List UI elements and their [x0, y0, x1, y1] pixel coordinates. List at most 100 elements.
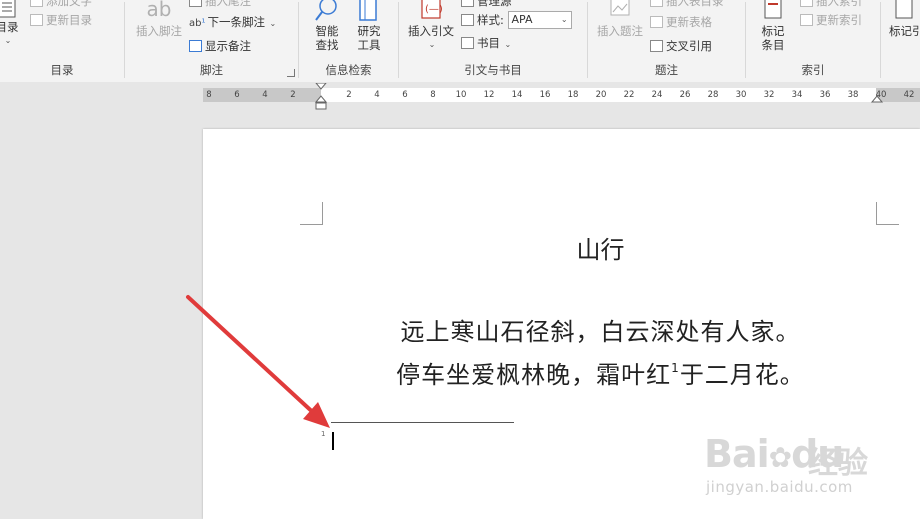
baidu-jingyan-label: 经验 — [808, 446, 868, 481]
indent-marker-icon[interactable] — [315, 83, 327, 111]
captions-group: 插入题注 插入表目录 更新表格 交叉引用 题注 — [588, 0, 745, 82]
ruler-tick: 6 — [402, 90, 408, 100]
insert-table-of-figures-button[interactable]: 插入表目录 — [650, 0, 724, 10]
ruler-tick: 24 — [651, 90, 663, 100]
ruler-tick: 6 — [234, 90, 240, 100]
toc-button-label: 目录 — [0, 20, 19, 34]
show-notes-label: 显示备注 — [205, 39, 251, 53]
footnote-separator — [331, 422, 514, 423]
poem-title: 山行 — [576, 236, 625, 264]
mark-citation-button[interactable]: 标记引 — [889, 0, 920, 38]
manage-sources-label: 管理源 — [477, 0, 512, 8]
smart-lookup-label-1: 智能 — [315, 24, 339, 38]
index-group-label: 索引 — [801, 63, 825, 77]
chevron-down-icon: ⌄ — [502, 40, 512, 49]
researcher-button[interactable]: 研究 工具 — [351, 0, 387, 52]
insert-caption-label: 插入题注 — [597, 24, 643, 38]
horizontal-ruler[interactable]: 8 6 4 2 2 4 6 8 10 12 14 16 18 20 22 24 26 28 30 32 34 36 38 40… — [203, 83, 920, 110]
update-table-button[interactable]: 更新表格 — [650, 13, 712, 31]
insert-citation-button[interactable]: (—) 插入引文 ⌄ — [405, 0, 457, 52]
mark-entry-label-2: 条目 — [761, 38, 785, 52]
insert-index-label: 插入索引 — [816, 0, 862, 8]
next-footnote-button[interactable]: ab¹ 下一条脚注 ⌄ — [189, 13, 276, 31]
insert-index-button[interactable]: 插入索引 — [800, 0, 862, 10]
ruler-tick: 38 — [847, 90, 859, 100]
cross-reference-button[interactable]: 交叉引用 — [650, 37, 712, 55]
next-footnote-label: 下一条脚注 — [207, 15, 266, 29]
update-index-button[interactable]: 更新索引 — [800, 11, 862, 29]
insert-caption-button[interactable]: 插入题注 — [594, 0, 646, 38]
smart-lookup-icon — [314, 0, 340, 22]
add-text-button[interactable]: 添加文字 — [30, 0, 92, 10]
insert-footnote-label: 插入脚注 — [136, 24, 182, 38]
table-of-figures-icon — [650, 0, 663, 7]
ruler-tick: 2 — [346, 90, 352, 100]
ruler-area: 8 6 4 2 2 4 6 8 10 12 14 16 18 20 22 24 26 28 30 32 34 36 38 40… — [0, 82, 920, 110]
ruler-tick: 2 — [290, 90, 296, 100]
ruler-tick: 26 — [679, 90, 691, 100]
ruler-tick: 14 — [511, 90, 523, 100]
poem-line-2-start: 停车坐爱枫林晚，霜叶红 — [396, 361, 672, 389]
ruler-tick: 12 — [483, 90, 495, 100]
research-group: 智能 查找 研究 工具 信息检索 — [299, 0, 398, 82]
ruler-tick: 10 — [455, 90, 467, 100]
mark-citation-icon — [893, 0, 915, 22]
ribbon: 目录 ⌄ 添加文字 更新目录 目录 ab 插入脚注 插入尾注 ab¹ 下一条脚注 … — [0, 0, 920, 83]
update-table-icon — [650, 16, 663, 28]
ruler-tick: 4 — [262, 90, 268, 100]
bibliography-icon — [461, 37, 474, 49]
ruler-tick: 42 — [903, 90, 915, 100]
show-notes-button[interactable]: 显示备注 — [189, 37, 251, 55]
bibliography-button[interactable]: 书目 ⌄ — [461, 34, 511, 52]
style-label: 样式: — [477, 13, 504, 27]
add-text-icon — [30, 0, 43, 7]
citation-style-row: 样式: APA ⌄ — [461, 11, 572, 29]
toc-group-label: 目录 — [50, 63, 74, 77]
manage-sources-button[interactable]: 管理源 — [461, 0, 512, 10]
style-icon — [461, 14, 474, 26]
mark-citation-label: 标记引 — [889, 24, 920, 38]
refresh-icon — [30, 14, 43, 26]
footnote-reference[interactable]: 1 — [671, 361, 680, 375]
next-footnote-icon: ab¹ — [189, 18, 206, 29]
insert-footnote-button[interactable]: ab 插入脚注 — [133, 0, 185, 38]
toc-button[interactable]: 目录 ⌄ — [0, 0, 20, 48]
ruler-tick: 4 — [374, 90, 380, 100]
ruler-tick: 8 — [206, 90, 212, 100]
bibliography-label: 书目 — [477, 36, 500, 50]
ruler-tick: 34 — [791, 90, 803, 100]
ruler-tick: 8 — [430, 90, 436, 100]
endnote-icon — [189, 0, 202, 7]
add-text-label: 添加文字 — [46, 0, 92, 8]
citation-style-value: APA — [511, 13, 533, 26]
smart-lookup-label-2: 查找 — [315, 38, 339, 52]
research-group-label: 信息检索 — [325, 63, 372, 77]
insert-endnote-label: 插入尾注 — [205, 0, 251, 8]
poem-line-2: 停车坐爱枫林晚，霜叶红1于二月花。 — [203, 355, 920, 390]
mark-entry-icon — [762, 0, 784, 22]
update-index-icon — [800, 14, 813, 26]
cross-reference-label: 交叉引用 — [666, 39, 712, 53]
dialog-launcher-icon[interactable] — [287, 69, 295, 77]
show-notes-icon — [189, 40, 202, 52]
index-group: 标记 条目 插入索引 更新索引 索引 — [746, 0, 880, 82]
researcher-label-1: 研究 — [357, 24, 381, 38]
baidu-watermark: Bai✿du 经验 jingyan.baidu.com — [702, 420, 902, 500]
insert-endnote-button[interactable]: 插入尾注 — [189, 0, 251, 10]
footnote-ab-icon: ab — [146, 0, 172, 21]
citation-style-select[interactable]: APA ⌄ — [507, 11, 572, 29]
ruler-tick: 30 — [735, 90, 747, 100]
update-index-label: 更新索引 — [816, 13, 862, 27]
svg-text:(—): (—) — [425, 4, 443, 15]
cross-reference-icon — [650, 40, 663, 52]
right-indent-marker-icon[interactable] — [871, 93, 883, 105]
mark-entry-button[interactable]: 标记 条目 — [756, 0, 790, 52]
citations-group: (—) 插入引文 ⌄ 管理源 样式: APA ⌄ 书目 ⌄ 引文与书目 — [399, 0, 587, 82]
captions-group-label: 题注 — [655, 63, 678, 77]
ruler-tick: 20 — [595, 90, 607, 100]
authorities-group: 标记引 — [881, 0, 920, 82]
crop-mark-top-right — [876, 202, 899, 225]
chevron-down-icon: ⌄ — [560, 15, 568, 24]
smart-lookup-button[interactable]: 智能 查找 — [307, 0, 347, 52]
update-toc-button[interactable]: 更新目录 — [30, 11, 92, 29]
